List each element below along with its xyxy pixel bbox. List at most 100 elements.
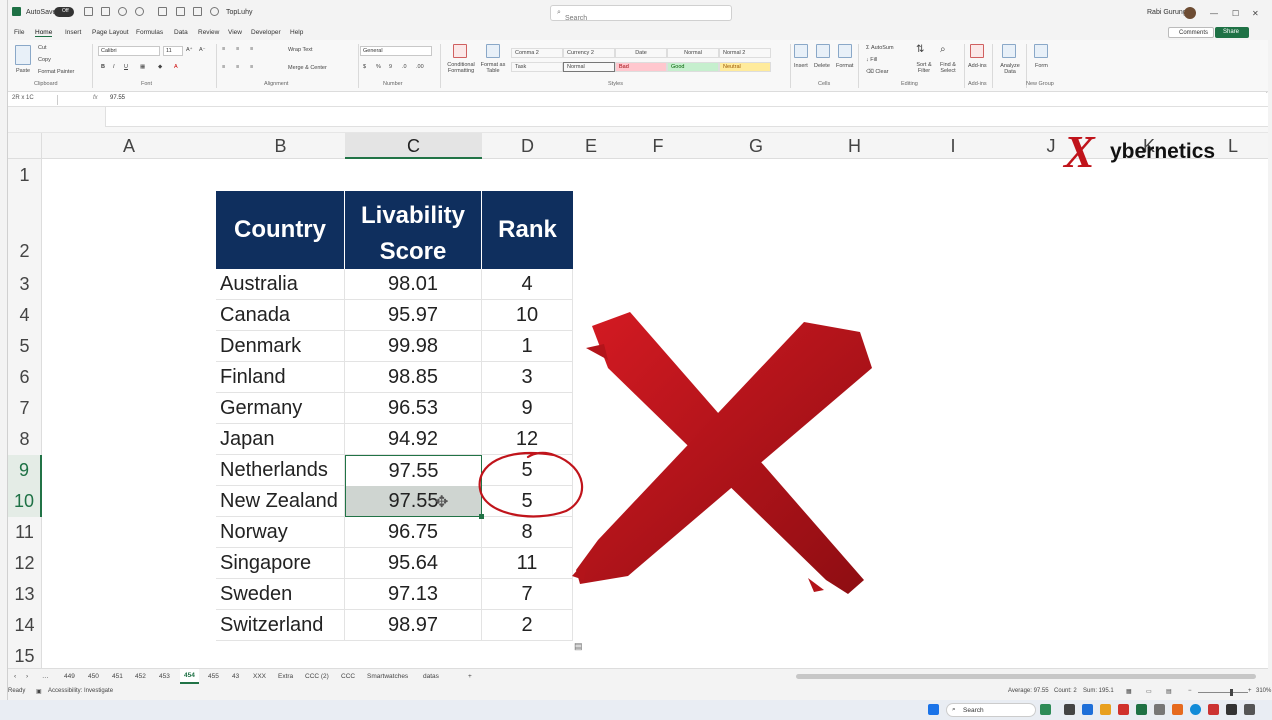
font-size-select[interactable]: 11 [163, 46, 183, 56]
worksheet-grid[interactable]: A B C D E F G H I J K L 1 2 3 4 5 6 7 8 … [8, 133, 1268, 668]
column-header-a[interactable]: A [42, 133, 216, 159]
analyze-data-icon[interactable] [1002, 44, 1016, 58]
increase-decimal-icon[interactable]: .0 [402, 64, 407, 70]
sheet-tab[interactable]: Smartwatches [367, 673, 408, 680]
row-header-8[interactable]: 8 [8, 424, 42, 455]
align-center-icon[interactable]: ≡ [236, 64, 239, 70]
autosum-button[interactable]: Σ AutoSum [866, 45, 894, 51]
menu-home[interactable]: Home [35, 29, 53, 37]
autosave-toggle[interactable]: Off [54, 7, 74, 17]
format-cells-icon[interactable] [838, 44, 852, 58]
row-header-13[interactable]: 13 [8, 579, 42, 610]
form-button[interactable]: Form [1035, 63, 1048, 69]
column-header-b[interactable]: B [216, 133, 345, 159]
formula-input-area[interactable] [105, 107, 1268, 127]
row-header-6[interactable]: 6 [8, 362, 42, 393]
cell-score-selected[interactable]: 97.55 [345, 486, 482, 517]
row-header-5[interactable]: 5 [8, 331, 42, 362]
print-icon[interactable] [193, 7, 202, 16]
delete-cells-icon[interactable] [816, 44, 830, 58]
app-icon[interactable] [1208, 704, 1219, 715]
task-view-icon[interactable] [1064, 704, 1075, 715]
cell-score[interactable]: 98.85 [345, 362, 482, 393]
teams-icon[interactable] [1082, 704, 1093, 715]
cell-country[interactable]: Singapore [216, 548, 345, 579]
menu-page-layout[interactable]: Page Layout [92, 29, 129, 36]
increase-font-icon[interactable]: A⁺ [186, 47, 193, 53]
cell-country[interactable]: Denmark [216, 331, 345, 362]
file-explorer-icon[interactable] [1100, 704, 1111, 715]
camera-icon[interactable] [158, 7, 167, 16]
status-average[interactable]: Average: 97.55 [1008, 688, 1049, 694]
paste-icon[interactable] [15, 45, 31, 65]
sheet-tab[interactable]: datas [423, 673, 439, 680]
menu-formulas[interactable]: Formulas [136, 29, 163, 36]
start-icon[interactable] [928, 704, 939, 715]
bold-icon[interactable]: B [101, 64, 105, 70]
accessibility-status[interactable]: Accessibility: Investigate [48, 688, 113, 694]
sheet-tab[interactable]: 451 [112, 673, 123, 680]
sheet-tab[interactable]: 452 [135, 673, 146, 680]
zoom-slider-thumb[interactable] [1230, 689, 1233, 696]
more-sheets-icon[interactable]: … [42, 673, 49, 680]
edge-icon[interactable] [1190, 704, 1201, 715]
cell-score[interactable]: 97.13 [345, 579, 482, 610]
app-icon[interactable] [1154, 704, 1165, 715]
format-as-table-button[interactable]: Format as Table [478, 62, 508, 74]
font-name-select[interactable]: Calibri [98, 46, 160, 56]
refresh-icon[interactable] [210, 7, 219, 16]
format-painter-button[interactable]: Format Painter [38, 69, 74, 75]
sheet-tab[interactable]: CCC (2) [305, 673, 329, 680]
cell-score[interactable]: 98.97 [345, 610, 482, 641]
page-break-icon[interactable]: ▤ [1166, 688, 1172, 695]
horizontal-scrollbar[interactable] [796, 674, 1256, 679]
row-header-12[interactable]: 12 [8, 548, 42, 579]
sheet-tab[interactable]: XXX [253, 673, 266, 680]
align-left-icon[interactable]: ≡ [222, 64, 225, 70]
find-select-button[interactable]: Find & Select [936, 62, 960, 74]
table-header-rank[interactable]: Rank [482, 191, 573, 269]
decrease-decimal-icon[interactable]: .00 [416, 64, 424, 70]
style-neutral[interactable]: Neutral [719, 62, 771, 72]
align-bottom-icon[interactable]: ≡ [250, 46, 253, 52]
italic-icon[interactable]: I [113, 64, 115, 70]
wrap-text-button[interactable]: Wrap Text [288, 47, 313, 53]
cell-score-selected[interactable]: 97.55 [345, 455, 482, 486]
cell-rank[interactable]: 10 [482, 300, 573, 331]
sheet-tab[interactable]: 43 [232, 673, 239, 680]
sort-filter-icon[interactable]: ⇅ [916, 44, 930, 58]
cell-country[interactable]: Norway [216, 517, 345, 548]
menu-data[interactable]: Data [174, 29, 188, 36]
column-header-c[interactable]: C [345, 133, 482, 159]
analyze-data-button[interactable]: Analyze Data [996, 63, 1024, 75]
app-icon[interactable] [1244, 704, 1255, 715]
cell-rank[interactable]: 3 [482, 362, 573, 393]
style-task[interactable]: Task [511, 62, 563, 72]
column-header-h[interactable]: H [805, 133, 904, 159]
cell-country[interactable]: Netherlands [216, 455, 345, 486]
format-button[interactable]: Format [836, 63, 853, 69]
cell-rank[interactable]: 1 [482, 331, 573, 362]
share-button[interactable]: Share [1215, 27, 1249, 38]
table-header-country[interactable]: Country [216, 191, 345, 269]
fx-icon[interactable]: fx [93, 95, 98, 101]
zoom-out-icon[interactable]: − [1188, 688, 1192, 694]
app-icon[interactable] [1226, 704, 1237, 715]
add-ins-button[interactable]: Add-ins [968, 63, 987, 69]
form-icon[interactable] [1034, 44, 1048, 58]
app-icon[interactable] [1118, 704, 1129, 715]
column-header-g[interactable]: G [707, 133, 805, 159]
add-ins-icon[interactable] [970, 44, 984, 58]
align-middle-icon[interactable]: ≡ [236, 46, 239, 52]
row-header-2[interactable]: 2 [8, 191, 42, 269]
sheet-tab[interactable]: CCC [341, 673, 355, 680]
menu-help[interactable]: Help [290, 29, 303, 36]
column-header-i[interactable]: I [904, 133, 1002, 159]
taskbar-app-icon[interactable] [1040, 704, 1051, 715]
row-header-1[interactable]: 1 [8, 159, 42, 191]
status-sum[interactable]: Sum: 195.1 [1083, 688, 1114, 694]
insert-button[interactable]: Insert [794, 63, 808, 69]
name-box[interactable]: 2R x 1C [10, 95, 58, 105]
align-top-icon[interactable]: ≡ [222, 46, 225, 52]
row-header-11[interactable]: 11 [8, 517, 42, 548]
